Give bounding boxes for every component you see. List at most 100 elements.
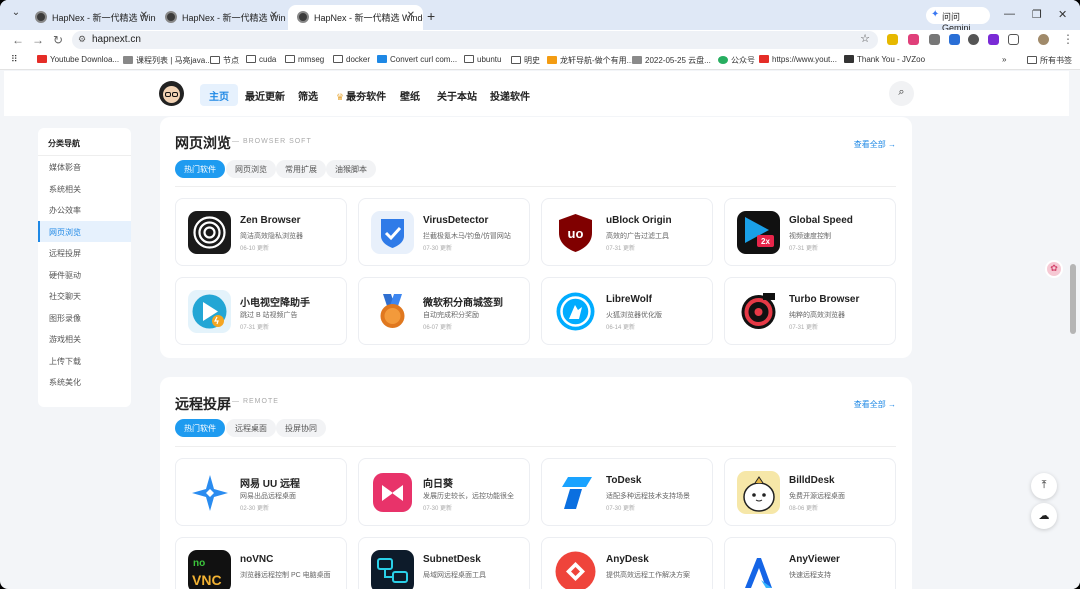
address-bar[interactable]: ⚙ hapnext.cn ☆ <box>72 31 878 49</box>
sidebar-item-download[interactable]: 上传下载 <box>38 350 131 372</box>
sidebar-item-graphics[interactable]: 图形录像 <box>38 307 131 329</box>
sidebar-item-beautify[interactable]: 系统美化 <box>38 371 131 393</box>
nav-filter[interactable]: 筛选 <box>289 84 327 106</box>
bookmark-item[interactable]: 节点 <box>210 55 239 66</box>
nav-hot-software[interactable]: ♛ 最夯软件 <box>327 84 395 106</box>
bookmark-item[interactable]: 明史 <box>511 55 540 66</box>
software-card[interactable]: 2x Global Speed 视频速度控制 07-31 更新 <box>724 198 896 266</box>
software-card[interactable]: 微软积分商城签到 自动完成积分奖励 06-07 更新 <box>358 277 530 345</box>
software-card[interactable]: Turbo Browser 纯粹的高效浏览器 07-31 更新 <box>724 277 896 345</box>
software-card[interactable]: VirusDetector 拦截极氪木马/钓鱼/仿冒网站 07-30 更新 <box>358 198 530 266</box>
nav-recent[interactable]: 最近更新 <box>236 84 294 106</box>
software-card[interactable]: Zen Browser 简洁高效隐私浏览器 06-10 更新 <box>175 198 347 266</box>
section-tab[interactable]: 油猴脚本 <box>326 160 376 178</box>
software-card[interactable]: uo uBlock Origin 高效的广告过滤工具 07-31 更新 <box>541 198 713 266</box>
extension-icon[interactable] <box>968 34 979 45</box>
nav-about[interactable]: 关于本站 <box>428 84 486 106</box>
section-tab[interactable]: 网页浏览 <box>226 160 276 178</box>
section-subtitle-text: REMOTE <box>242 398 279 405</box>
extension-icon[interactable] <box>988 34 999 45</box>
software-card[interactable]: AnyViewer 快速远程支持 <box>724 537 896 589</box>
software-card[interactable]: 向日葵 发展历史较长，远控功能很全 07-30 更新 <box>358 458 530 526</box>
section-tab[interactable]: 常用扩展 <box>276 160 326 178</box>
bookmark-item[interactable]: docker <box>333 55 370 64</box>
forward-button[interactable]: → <box>32 33 44 47</box>
maximize-button[interactable]: ❐ <box>1032 8 1042 21</box>
section-tab[interactable]: 投屏协同 <box>276 419 326 437</box>
bookmark-item[interactable]: ubuntu <box>464 55 501 64</box>
site-logo[interactable] <box>159 81 184 106</box>
card-name: Turbo Browser <box>789 294 860 305</box>
bookmark-item[interactable]: Convert curl com... <box>377 55 457 64</box>
sidebar-item-remote[interactable]: 远程投屏 <box>38 242 131 264</box>
extension-icon[interactable] <box>949 34 960 45</box>
extension-icon[interactable] <box>908 34 919 45</box>
search-button[interactable]: ⌕ <box>889 81 914 106</box>
menu-kebab-icon[interactable]: ⋮ <box>1062 32 1074 46</box>
reload-button[interactable]: ↻ <box>53 33 63 47</box>
view-all-link[interactable]: 查看全部 → <box>854 139 896 150</box>
tab-search-icon[interactable]: ⌄ <box>8 7 24 23</box>
sidebar-item-games[interactable]: 游戏相关 <box>38 328 131 350</box>
section-tab[interactable]: 热门软件 <box>175 419 225 437</box>
bookmark-star-icon[interactable]: ☆ <box>860 32 870 45</box>
software-card[interactable]: LibreWolf 火狐浏览器优化版 06-14 更新 <box>541 277 713 345</box>
sidebar-item-office[interactable]: 办公效率 <box>38 199 131 221</box>
browser-tab-1[interactable]: HapNex - 新一代精选 Window ✕ <box>26 5 156 30</box>
card-desc: 拦截极氪木马/钓鱼/仿冒网站 <box>423 233 511 240</box>
profile-avatar-icon[interactable] <box>1038 34 1049 45</box>
extension-icon[interactable] <box>887 34 898 45</box>
card-name: AnyDesk <box>606 554 649 565</box>
sidebar-item-drivers[interactable]: 硬件驱动 <box>38 264 131 286</box>
bookmark-item[interactable]: Youtube Downloa... <box>37 55 119 64</box>
bookmark-item[interactable]: 龙轩导航-做个有用... <box>547 55 633 66</box>
section-tab[interactable]: 热门软件 <box>175 160 225 178</box>
bookmark-item[interactable]: https://www.yout... <box>759 55 837 64</box>
bookmark-item[interactable]: mmseg <box>285 55 324 64</box>
new-tab-button[interactable]: + <box>427 8 435 24</box>
close-window-button[interactable]: ✕ <box>1058 8 1067 21</box>
nav-wallpaper[interactable]: 壁纸 <box>391 84 429 106</box>
software-card[interactable]: 网易 UU 远程 网易出品远程桌面 02-30 更新 <box>175 458 347 526</box>
sidebar-item-system[interactable]: 系统相关 <box>38 178 131 200</box>
software-card[interactable]: 小电视空降助手 跳过 B 站视频广告 07-31 更新 <box>175 277 347 345</box>
close-tab-icon[interactable]: ✕ <box>140 10 148 21</box>
gemini-button[interactable]: ✦ 问问 Gemini <box>926 7 990 33</box>
software-card[interactable]: no VNC noVNC 浏览器远程控制 PC 电脑桌面 <box>175 537 347 589</box>
mascot-float-icon[interactable]: ✿ <box>1045 260 1063 278</box>
software-card[interactable]: BilldDesk 免费开源远程桌面 08-06 更新 <box>724 458 896 526</box>
site-info-icon[interactable]: ⚙ <box>78 34 86 45</box>
sidebar-item-browser[interactable]: 网页浏览 <box>38 220 131 242</box>
software-card[interactable]: ToDesk 适配多种远程技术支持场景 07-30 更新 <box>541 458 713 526</box>
back-to-top-button[interactable]: ⤒ <box>1031 473 1057 499</box>
bookmark-item[interactable]: 课程列表 | 马亮java... <box>123 55 212 66</box>
close-tab-icon[interactable]: ✕ <box>270 10 278 21</box>
page-scrollbar-thumb[interactable] <box>1070 264 1076 334</box>
bookmark-item[interactable]: 2022-05-25 云盘... <box>632 55 711 66</box>
nav-home[interactable]: 主页 <box>200 84 238 106</box>
nav-submit[interactable]: 投递软件 <box>481 84 539 106</box>
sidebar-item-social[interactable]: 社交聊天 <box>38 285 131 307</box>
software-card[interactable]: SubnetDesk 局域网远程桌面工具 <box>358 537 530 589</box>
apps-grid-icon[interactable]: ⠿ <box>11 54 18 65</box>
bookmark-item[interactable]: cuda <box>246 55 276 64</box>
minimize-button[interactable]: — <box>1004 8 1015 20</box>
back-button[interactable]: ← <box>12 33 24 47</box>
bookmark-item[interactable]: Thank You - JVZoo <box>844 55 925 64</box>
bookmark-item[interactable]: 公众号 <box>718 55 755 66</box>
all-bookmarks-button[interactable]: 所有书签 <box>1027 55 1072 66</box>
browser-tab-3[interactable]: HapNex - 新一代精选 Window ✕ <box>288 5 423 30</box>
wechat-button[interactable]: ☁ <box>1031 503 1057 529</box>
extension-icon[interactable] <box>929 34 940 45</box>
bookmark-label: Youtube Downloa... <box>50 55 120 64</box>
sidebar-item-media[interactable]: 媒体影音 <box>38 156 131 178</box>
svg-text:uo: uo <box>568 226 584 241</box>
card-desc: 局域网远程桌面工具 <box>423 572 486 579</box>
close-tab-icon[interactable]: ✕ <box>407 10 415 21</box>
software-card[interactable]: AnyDesk 提供高效远程工作解决方案 <box>541 537 713 589</box>
browser-tab-2[interactable]: HapNex - 新一代精选 Window ✕ <box>156 5 286 30</box>
view-all-link[interactable]: 查看全部 → <box>854 399 896 410</box>
section-tab[interactable]: 远程桌面 <box>226 419 276 437</box>
extensions-puzzle-icon[interactable] <box>1008 34 1019 45</box>
more-bookmarks-chevron-icon[interactable]: » <box>1002 55 1006 64</box>
